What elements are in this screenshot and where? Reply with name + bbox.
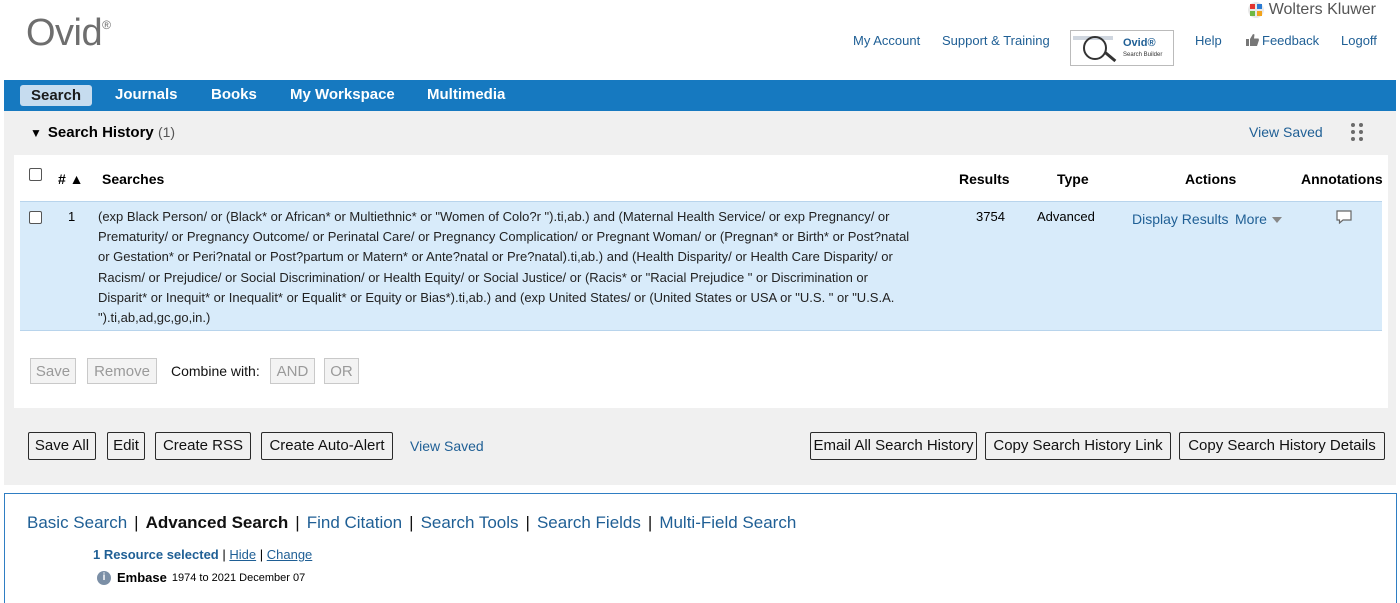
help-link[interactable]: Help [1195, 33, 1222, 48]
tab-find-citation[interactable]: Find Citation [307, 513, 402, 532]
pipe-separator: | [259, 547, 267, 562]
nav-tab-my-workspace[interactable]: My Workspace [290, 86, 395, 103]
col-header-type: Type [1057, 171, 1089, 187]
search-builder-subtitle: Search Builder [1123, 52, 1163, 58]
search-history-panel: ▼ Search History (1) View Saved # ▲ Searc… [4, 111, 1396, 485]
my-account-link[interactable]: My Account [853, 33, 920, 48]
row-checkbox[interactable] [29, 211, 42, 224]
table-row: 1 (exp Black Person/ or (Black* or Afric… [20, 201, 1382, 331]
brand-name: Wolters Kluwer [1268, 1, 1376, 18]
feedback-link[interactable]: Feedback [1246, 33, 1319, 48]
search-history-toggle[interactable]: ▼ Search History (1) [30, 124, 175, 141]
tab-advanced-search[interactable]: Advanced Search [146, 513, 289, 532]
more-actions-dropdown[interactable]: More [1235, 211, 1282, 227]
selected-database: i Embase 1974 to 2021 December 07 [97, 570, 305, 585]
tab-separator: | [134, 513, 139, 532]
tab-search-fields[interactable]: Search Fields [537, 513, 641, 532]
search-history-count: (1) [157, 124, 176, 140]
col-header-actions: Actions [1185, 171, 1237, 187]
create-auto-alert-button[interactable]: Create Auto-Alert [261, 432, 393, 460]
nav-tab-multimedia[interactable]: Multimedia [427, 86, 505, 103]
display-results-link[interactable]: Display Results [1132, 211, 1228, 227]
tab-separator: | [409, 513, 414, 532]
col-header-results: Results [959, 171, 1010, 187]
select-all-checkbox[interactable] [29, 168, 42, 181]
wolters-kluwer-brand: Wolters Kluwer [1247, 1, 1376, 19]
col-header-annotations: Annotations [1301, 171, 1383, 187]
search-builder-title: Ovid® [1123, 37, 1156, 49]
info-icon[interactable]: i [97, 570, 111, 585]
hide-resources-link[interactable]: Hide [229, 547, 256, 562]
combine-and-button[interactable]: AND [270, 358, 315, 384]
search-mode-tabs: Basic Search | Advanced Search | Find Citati… [27, 513, 796, 533]
main-nav: Search Journals Books My Workspace Multi… [4, 80, 1396, 111]
tab-basic-search[interactable]: Basic Search [27, 513, 127, 532]
combine-or-button[interactable]: OR [324, 358, 359, 384]
create-rss-button[interactable]: Create RSS [155, 432, 251, 460]
search-history-title: Search History [47, 124, 154, 141]
database-coverage: 1974 to 2021 December 07 [171, 571, 306, 584]
drag-handle-icon[interactable] [1350, 122, 1364, 142]
save-button[interactable]: Save [30, 358, 76, 384]
tab-search-tools[interactable]: Search Tools [421, 513, 519, 532]
tab-multi-field-search[interactable]: Multi-Field Search [659, 513, 796, 532]
copy-search-history-details-button[interactable]: Copy Search History Details [1179, 432, 1385, 460]
search-query-text: (exp Black Person/ or (Black* or African… [98, 209, 910, 326]
feedback-label: Feedback [1262, 33, 1320, 48]
view-saved-link-top[interactable]: View Saved [1249, 124, 1323, 140]
row-number: 1 [68, 209, 76, 224]
support-training-link[interactable]: Support & Training [942, 33, 1050, 48]
remove-button[interactable]: Remove [87, 358, 157, 384]
ovid-logo[interactable]: Ovid® [26, 12, 111, 55]
search-history-table: # ▲ Searches Results Type Actions Annota… [14, 155, 1388, 408]
view-saved-link-bottom[interactable]: View Saved [410, 438, 484, 454]
caret-down-icon [1271, 217, 1282, 223]
tab-separator: | [525, 513, 530, 532]
col-header-number[interactable]: # ▲ [58, 171, 84, 187]
tab-separator: | [295, 513, 300, 532]
nav-tab-search[interactable]: Search [20, 85, 92, 106]
collapse-triangle-icon: ▼ [30, 126, 42, 140]
magnifier-handle [1103, 50, 1117, 63]
search-builder-button[interactable]: Ovid® Search Builder [1070, 30, 1174, 66]
database-name: Embase [117, 570, 167, 585]
edit-button[interactable]: Edit [107, 432, 145, 460]
resource-selected-text: 1 Resource selected [93, 547, 219, 562]
logoff-link[interactable]: Logoff [1341, 33, 1377, 48]
thumbs-up-icon [1246, 34, 1259, 46]
col-header-searches: Searches [102, 171, 165, 187]
more-label: More [1235, 211, 1267, 227]
wolters-kluwer-logo-icon [1247, 2, 1264, 18]
row-results-count: 3754 [976, 209, 1005, 224]
search-panel: Basic Search | Advanced Search | Find Citati… [4, 493, 1397, 603]
annotation-comment-icon[interactable] [1336, 210, 1352, 224]
tab-separator: | [647, 513, 653, 532]
nav-tab-journals[interactable]: Journals [115, 86, 178, 103]
email-all-search-history-button[interactable]: Email All Search History [810, 432, 977, 460]
resource-selection-line: 1 Resource selected | Hide | Change [93, 547, 312, 562]
combine-with-label: Combine with: [171, 363, 260, 379]
change-resources-link[interactable]: Change [267, 547, 313, 562]
header: Ovid® Wolters Kluwer My Account Support … [0, 0, 1400, 80]
copy-search-history-link-button[interactable]: Copy Search History Link [985, 432, 1171, 460]
magnifier-icon [1083, 36, 1107, 60]
row-search-type: Advanced [1037, 209, 1095, 224]
save-all-button[interactable]: Save All [28, 432, 96, 460]
nav-tab-books[interactable]: Books [211, 86, 257, 103]
